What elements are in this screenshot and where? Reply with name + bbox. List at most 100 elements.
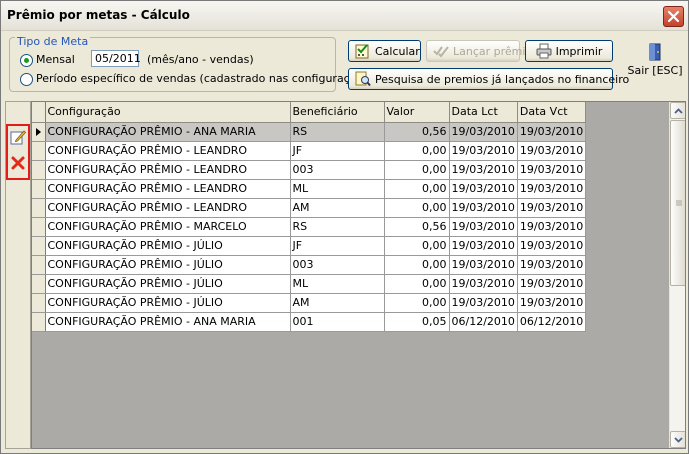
cell-valor[interactable]: 0,56 <box>384 217 450 237</box>
cell-beneficiario[interactable]: AM <box>290 293 385 313</box>
column-header-valor[interactable]: Valor <box>384 102 450 123</box>
cell-valor[interactable]: 0,00 <box>384 160 450 180</box>
cell-data-lct[interactable]: 19/03/2010 <box>449 255 518 275</box>
cell-configuracao[interactable]: CONFIGURAÇÃO PRÊMIO - LEANDRO <box>45 141 291 161</box>
window-title: Prêmio por metas - Cálculo <box>7 8 190 22</box>
cell-data-vct[interactable]: 19/03/2010 <box>517 217 587 237</box>
radio-periodo-especifico[interactable] <box>20 73 33 86</box>
cell-data-lct[interactable]: 19/03/2010 <box>449 293 518 313</box>
cell-configuracao[interactable]: CONFIGURAÇÃO PRÊMIO - MARCELO <box>45 217 291 237</box>
cell-data-lct[interactable]: 19/03/2010 <box>449 122 518 142</box>
column-header-data-vct[interactable]: Data Vct <box>517 102 587 123</box>
cell-data-lct[interactable]: 19/03/2010 <box>449 141 518 161</box>
cell-data-vct[interactable]: 19/03/2010 <box>517 293 587 313</box>
table-row[interactable]: CONFIGURAÇÃO PRÊMIO - ANA MARIA RS 0,56 19/… <box>32 122 587 142</box>
cell-data-vct[interactable]: 19/03/2010 <box>517 255 587 275</box>
cell-beneficiario[interactable]: RS <box>290 217 385 237</box>
cell-valor[interactable]: 0,00 <box>384 198 450 218</box>
cell-beneficiario[interactable]: JF <box>290 236 385 256</box>
cell-beneficiario[interactable]: ML <box>290 274 385 294</box>
cell-data-lct[interactable]: 19/03/2010 <box>449 160 518 180</box>
table-row[interactable]: CONFIGURAÇÃO PRÊMIO - JÚLIO ML 0,00 19/03/2… <box>32 274 587 294</box>
cell-configuracao[interactable]: CONFIGURAÇÃO PRÊMIO - LEANDRO <box>45 160 291 180</box>
radio-mensal[interactable] <box>20 54 33 67</box>
meta-type-legend: Tipo de Meta <box>15 35 91 48</box>
cell-beneficiario[interactable]: JF <box>290 141 385 161</box>
record-tools-highlight <box>6 124 30 180</box>
cell-beneficiario[interactable]: 001 <box>290 312 385 332</box>
lancar-premio-button[interactable]: Lançar prêmio <box>426 40 532 62</box>
cell-data-lct[interactable]: 19/03/2010 <box>449 274 518 294</box>
cell-valor[interactable]: 0,00 <box>384 255 450 275</box>
pesquisa-premios-button[interactable]: Pesquisa de premios já lançados no finan… <box>348 68 629 90</box>
table-row[interactable]: CONFIGURAÇÃO PRÊMIO - MARCELO RS 0,56 19/03… <box>32 217 587 237</box>
cell-data-lct[interactable]: 06/12/2010 <box>449 312 518 332</box>
cell-beneficiario[interactable]: ML <box>290 179 385 199</box>
table-row[interactable]: CONFIGURAÇÃO PRÊMIO - ANA MARIA 001 0,05 06… <box>32 312 587 332</box>
cell-data-vct[interactable]: 19/03/2010 <box>517 236 587 256</box>
cell-valor[interactable]: 0,56 <box>384 122 450 142</box>
row-indicator <box>32 274 46 294</box>
column-header-data-lct[interactable]: Data Lct <box>449 102 518 123</box>
cell-data-lct[interactable]: 19/03/2010 <box>449 236 518 256</box>
scroll-up-button[interactable] <box>670 102 685 119</box>
edit-button[interactable] <box>10 129 26 145</box>
column-header-beneficiario[interactable]: Beneficiário <box>290 102 385 123</box>
cell-data-vct[interactable]: 19/03/2010 <box>517 122 587 142</box>
period-input[interactable]: 05/2011 <box>91 50 141 67</box>
delete-icon <box>11 156 25 170</box>
results-table: Configuração Beneficiário Valor Data Lct… <box>32 102 587 332</box>
cell-beneficiario[interactable]: 003 <box>290 160 385 180</box>
cell-data-vct[interactable]: 19/03/2010 <box>517 141 587 161</box>
current-row-arrow-icon <box>36 127 41 136</box>
cell-valor[interactable]: 0,00 <box>384 141 450 161</box>
vertical-scrollbar[interactable] <box>669 102 685 448</box>
calcular-button[interactable]: Calcular <box>348 40 421 62</box>
cell-beneficiario[interactable]: RS <box>290 122 385 142</box>
row-indicator <box>32 198 46 218</box>
calcular-label: Calcular <box>375 44 420 58</box>
cell-configuracao[interactable]: CONFIGURAÇÃO PRÊMIO - JÚLIO <box>45 236 291 256</box>
cell-valor[interactable]: 0,00 <box>384 293 450 313</box>
cell-data-lct[interactable]: 19/03/2010 <box>449 198 518 218</box>
cell-valor[interactable]: 0,00 <box>384 179 450 199</box>
cell-beneficiario[interactable]: AM <box>290 198 385 218</box>
cell-configuracao[interactable]: CONFIGURAÇÃO PRÊMIO - ANA MARIA <box>45 312 291 332</box>
cell-valor[interactable]: 0,00 <box>384 236 450 256</box>
cell-valor[interactable]: 0,05 <box>384 312 450 332</box>
cell-data-vct[interactable]: 19/03/2010 <box>517 160 587 180</box>
cell-data-lct[interactable]: 19/03/2010 <box>449 179 518 199</box>
scroll-thumb[interactable] <box>670 120 685 286</box>
radio-mensal-label: Mensal <box>36 53 75 66</box>
cell-valor[interactable]: 0,00 <box>384 274 450 294</box>
scroll-down-button[interactable] <box>670 431 685 448</box>
cell-configuracao[interactable]: CONFIGURAÇÃO PRÊMIO - JÚLIO <box>45 293 291 313</box>
table-row[interactable]: CONFIGURAÇÃO PRÊMIO - LEANDRO ML 0,00 19/03… <box>32 179 587 199</box>
grip-icon <box>675 200 682 206</box>
row-indicator <box>32 217 46 237</box>
cell-data-vct[interactable]: 06/12/2010 <box>517 312 587 332</box>
cell-configuracao[interactable]: CONFIGURAÇÃO PRÊMIO - JÚLIO <box>45 274 291 294</box>
table-row[interactable]: CONFIGURAÇÃO PRÊMIO - JÚLIO JF 0,00 19/03/2… <box>32 236 587 256</box>
cell-beneficiario[interactable]: 003 <box>290 255 385 275</box>
cell-configuracao[interactable]: CONFIGURAÇÃO PRÊMIO - LEANDRO <box>45 179 291 199</box>
imprimir-button[interactable]: Imprimir <box>525 40 613 62</box>
table-row[interactable]: CONFIGURAÇÃO PRÊMIO - JÚLIO AM 0,00 19/03/2… <box>32 293 587 313</box>
column-header-configuracao[interactable]: Configuração <box>45 102 291 123</box>
cell-data-vct[interactable]: 19/03/2010 <box>517 179 587 199</box>
row-indicator <box>32 312 46 332</box>
delete-button[interactable] <box>10 155 26 171</box>
sair-button[interactable]: Sair [ESC] <box>627 43 683 81</box>
sair-label: Sair [ESC] <box>627 64 683 77</box>
cell-configuracao[interactable]: CONFIGURAÇÃO PRÊMIO - LEANDRO <box>45 198 291 218</box>
cell-data-vct[interactable]: 19/03/2010 <box>517 198 587 218</box>
cell-configuracao[interactable]: CONFIGURAÇÃO PRÊMIO - ANA MARIA <box>45 122 291 142</box>
cell-data-vct[interactable]: 19/03/2010 <box>517 274 587 294</box>
table-row[interactable]: CONFIGURAÇÃO PRÊMIO - LEANDRO AM 0,00 19/03… <box>32 198 587 218</box>
close-button[interactable] <box>663 6 684 27</box>
cell-configuracao[interactable]: CONFIGURAÇÃO PRÊMIO - JÚLIO <box>45 255 291 275</box>
table-row[interactable]: CONFIGURAÇÃO PRÊMIO - JÚLIO 003 0,00 19/03/… <box>32 255 587 275</box>
table-row[interactable]: CONFIGURAÇÃO PRÊMIO - LEANDRO JF 0,00 19/03… <box>32 141 587 161</box>
cell-data-lct[interactable]: 19/03/2010 <box>449 217 518 237</box>
table-row[interactable]: CONFIGURAÇÃO PRÊMIO - LEANDRO 003 0,00 19/0… <box>32 160 587 180</box>
